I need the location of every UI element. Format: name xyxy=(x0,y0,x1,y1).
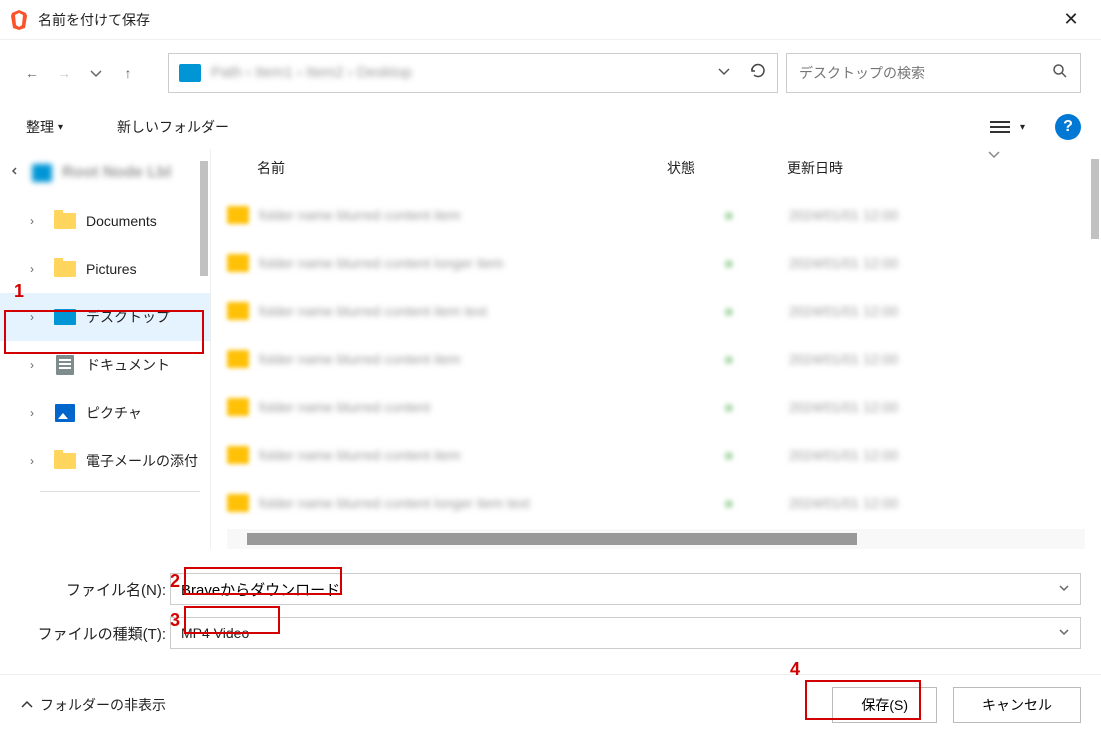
breadcrumb-path: Path › Item1 › Item2 › Desktop xyxy=(211,64,707,81)
column-name[interactable]: 名前 xyxy=(227,158,667,178)
file-row[interactable]: folder name blurred content item●2024/01… xyxy=(227,191,1085,239)
organize-button[interactable]: 整理 ▾ xyxy=(20,113,69,141)
folder-icon xyxy=(54,453,76,469)
sidebar-item-email[interactable]: › 電子メールの添付 xyxy=(0,437,210,485)
folder-icon xyxy=(227,398,249,416)
file-row[interactable]: folder name blurred content item●2024/01… xyxy=(227,335,1085,383)
document-icon xyxy=(56,355,74,375)
column-date[interactable]: 更新日時 xyxy=(787,158,947,178)
chevron-icon[interactable]: › xyxy=(30,214,44,228)
hamburger-icon xyxy=(990,121,1010,133)
chevron-icon[interactable]: › xyxy=(30,310,44,324)
sidebar-item-desktop[interactable]: › デスクトップ xyxy=(0,293,210,341)
search-icon[interactable] xyxy=(1052,63,1068,82)
address-bar[interactable]: Path › Item1 › Item2 › Desktop xyxy=(168,53,778,93)
filetype-label: ファイルの種類(T): xyxy=(20,623,170,644)
search-input[interactable] xyxy=(799,65,1042,81)
picture-icon xyxy=(55,404,75,422)
cancel-button[interactable]: キャンセル xyxy=(953,687,1081,723)
root-icon xyxy=(32,164,52,182)
nav-back-button[interactable]: ← xyxy=(20,61,44,85)
file-list-header: 名前 状態 更新日時 xyxy=(211,149,1101,187)
chevron-icon[interactable]: › xyxy=(30,454,44,468)
chevron-icon[interactable]: › xyxy=(30,358,44,372)
chevron-down-icon xyxy=(1058,626,1070,641)
help-button[interactable]: ? xyxy=(1055,114,1081,140)
file-scrollbar[interactable] xyxy=(1091,159,1099,239)
filetype-select[interactable]: MP4 Video xyxy=(170,617,1081,649)
folder-icon xyxy=(54,213,76,229)
sidebar-item-documents[interactable]: › Documents xyxy=(0,197,210,245)
horizontal-scrollbar[interactable] xyxy=(227,529,1085,549)
refresh-button[interactable] xyxy=(749,62,767,83)
column-chevron-icon[interactable] xyxy=(987,147,1001,164)
window-title: 名前を付けて保存 xyxy=(38,10,1051,30)
folder-icon xyxy=(227,446,249,464)
folder-icon xyxy=(54,261,76,277)
sidebar-scrollbar[interactable] xyxy=(200,161,208,276)
file-row[interactable]: folder name blurred content item●2024/01… xyxy=(227,431,1085,479)
tree-root-label: Root Node Lbl xyxy=(62,164,171,182)
desktop-icon xyxy=(179,64,201,82)
brave-logon xyxy=(10,10,28,30)
nav-recent-dropdown[interactable] xyxy=(84,61,108,85)
file-row[interactable]: folder name blurred content●2024/01/01 1… xyxy=(227,383,1085,431)
search-box[interactable] xyxy=(786,53,1081,93)
column-status[interactable]: 状態 xyxy=(667,158,787,178)
hide-folders-button[interactable]: フォルダーの非表示 xyxy=(20,695,166,715)
sidebar-item-documents-jp[interactable]: › ドキュメント xyxy=(0,341,210,389)
nav-up-button[interactable]: ↑ xyxy=(116,61,140,85)
folder-icon xyxy=(227,494,249,512)
desktop-icon xyxy=(54,309,76,325)
divider xyxy=(40,491,200,492)
chevron-down-icon[interactable] xyxy=(717,64,731,81)
close-button[interactable]: ✕ xyxy=(1051,0,1091,40)
sidebar-item-pictures[interactable]: › Pictures xyxy=(0,245,210,293)
sidebar-tree: Root Node Lbl › Documents › Pictures › デ… xyxy=(0,149,210,549)
filename-input[interactable] xyxy=(181,581,1058,598)
folder-icon xyxy=(227,350,249,368)
file-row[interactable]: folder name blurred content longer item●… xyxy=(227,239,1085,287)
chevron-icon[interactable]: › xyxy=(30,262,44,276)
file-row[interactable]: folder name blurred content item text●20… xyxy=(227,287,1085,335)
chevron-up-icon xyxy=(20,698,34,712)
save-button[interactable]: 保存(S) xyxy=(832,687,937,723)
new-folder-button[interactable]: 新しいフォルダー xyxy=(111,113,235,141)
folder-icon xyxy=(227,206,249,224)
nav-forward-button[interactable]: → xyxy=(52,61,76,85)
file-row[interactable]: folder name blurred content longer item … xyxy=(227,479,1085,527)
tree-root[interactable]: Root Node Lbl xyxy=(0,149,210,197)
file-list: folder name blurred content item●2024/01… xyxy=(211,187,1101,529)
filename-label: ファイル名(N): xyxy=(20,579,170,600)
folder-icon xyxy=(227,254,249,272)
chevron-icon[interactable]: › xyxy=(30,406,44,420)
folder-icon xyxy=(227,302,249,320)
chevron-down-icon[interactable] xyxy=(1058,582,1070,597)
view-options-button[interactable]: ▾ xyxy=(990,121,1025,133)
sidebar-item-pictures-jp[interactable]: › ピクチャ xyxy=(0,389,210,437)
chevron-icon[interactable] xyxy=(8,166,22,180)
